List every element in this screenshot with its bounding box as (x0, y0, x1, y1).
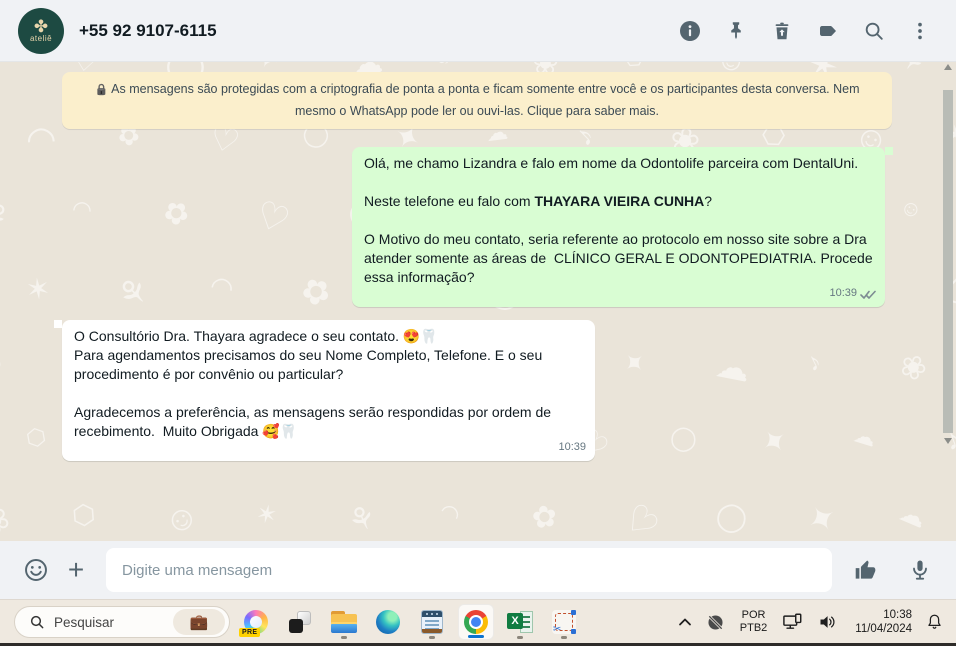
message-time: 10:39 (829, 287, 857, 299)
contact-avatar[interactable]: ✤ ateliê (18, 7, 64, 54)
search-label: Pesquisar (54, 614, 115, 630)
message-paragraph: Para agendamentos precisamos do seu Nome… (74, 347, 547, 382)
lock-icon: 🔒 (94, 84, 109, 96)
chat-scrollbar[interactable] (942, 62, 954, 541)
atelie-logo-icon: ✤ (33, 16, 49, 36)
taskbar-app-snipping-tool[interactable]: ✂ (546, 604, 582, 640)
encryption-notice-text: As mensagens são protegidas com a cripto… (111, 82, 860, 118)
snipping-tool-icon: ✂ (552, 610, 576, 635)
attach-plus-icon[interactable]: + (56, 550, 96, 590)
copilot-icon: PRE (239, 609, 269, 637)
running-indicator (517, 636, 523, 639)
notepad-icon (421, 610, 443, 634)
chat-area: ✿♡◯✦☁♪❀⬡☺✶⚘◠✿♡◯✦☁♪❀⬡☺✶⚘◠✿♡◯✦☁♪❀⬡☺✶⚘◠✿♡◯✦… (0, 62, 956, 541)
contact-full-name: THAYARA VIEIRA CUNHA (534, 193, 705, 209)
pin-icon[interactable] (718, 13, 754, 49)
running-indicator (561, 636, 567, 639)
message-input[interactable] (106, 548, 832, 592)
taskbar-app-chrome[interactable] (458, 604, 494, 640)
search-highlight-icon[interactable]: 💼 (173, 609, 225, 635)
thumbs-up-icon[interactable] (846, 550, 886, 590)
incoming-message-bubble[interactable]: O Consultório Dra. Thayara agradece o se… (54, 320, 595, 461)
no-internet-icon[interactable] (699, 604, 732, 640)
message-meta: 10:39 (829, 284, 876, 303)
delete-icon[interactable] (764, 13, 800, 49)
double-check-icon (860, 290, 876, 299)
message-paragraph: Neste telefone eu falo com THAYARA VIEIR… (364, 193, 713, 209)
message-paragraph: O Consultório Dra. Thayara agradece o se… (74, 328, 438, 344)
cast-icon[interactable] (775, 604, 811, 640)
taskbar-clock[interactable]: 10:38 11/04/2024 (845, 604, 918, 640)
taskbar-app-copilot[interactable]: PRE (238, 604, 274, 640)
message-paragraph: O Motivo do meu contato, seria referente… (364, 231, 877, 285)
taskbar-app-file-explorer[interactable] (326, 604, 362, 640)
taskbar-app-notepad[interactable] (414, 604, 450, 640)
notification-bell-icon[interactable] (918, 604, 956, 640)
running-indicator (341, 636, 347, 639)
message-composer: + (0, 541, 956, 599)
taskbar-app-task-view[interactable] (282, 604, 318, 640)
encryption-notice[interactable]: 🔒 As mensagens são protegidas com a cript… (62, 72, 892, 129)
emoji-icon[interactable] (16, 550, 56, 590)
taskbar-app-excel[interactable]: X (502, 604, 538, 640)
info-icon[interactable] (672, 13, 708, 49)
chrome-icon (464, 610, 488, 634)
label-icon[interactable] (810, 13, 846, 49)
message-time: 10:39 (558, 441, 586, 453)
message-meta: 10:39 (558, 438, 586, 457)
volume-icon[interactable] (811, 604, 845, 640)
excel-icon: X (507, 610, 533, 634)
kebab-menu-icon[interactable] (902, 13, 938, 49)
scrollbar-up-arrow[interactable] (944, 64, 952, 70)
file-explorer-icon (331, 611, 357, 633)
clock-time: 10:38 (883, 609, 912, 621)
search-icon[interactable] (856, 13, 892, 49)
copilot-pre-badge: PRE (239, 628, 261, 637)
active-indicator (468, 635, 484, 638)
windows-taskbar: Pesquisar 💼 PRE X ✂ POR PTB2 10:38 11/04… (0, 599, 956, 643)
scrollbar-thumb[interactable] (943, 90, 953, 433)
taskbar-search[interactable]: Pesquisar 💼 (14, 606, 230, 638)
edge-icon (376, 610, 400, 634)
contact-phone-title[interactable]: +55 92 9107-6115 (79, 21, 217, 41)
atelie-logo-text: ateliê (29, 33, 53, 43)
microphone-icon[interactable] (900, 550, 940, 590)
tray-chevron-up-icon[interactable] (671, 604, 699, 640)
message-paragraph: Agradecemos a preferência, as mensagens … (74, 404, 555, 439)
message-paragraph: Olá, me chamo Lizandra e falo em nome da… (364, 155, 859, 171)
chat-header: ✤ ateliê +55 92 9107-6115 (0, 0, 956, 62)
running-indicator (429, 636, 435, 639)
search-icon (30, 615, 44, 629)
outgoing-message-bubble[interactable]: Olá, me chamo Lizandra e falo em nome da… (352, 147, 893, 307)
clock-date: 11/04/2024 (855, 623, 912, 635)
task-view-icon (289, 611, 311, 633)
scrollbar-down-arrow[interactable] (944, 438, 952, 444)
language-indicator[interactable]: POR PTB2 (732, 604, 776, 640)
taskbar-app-edge[interactable] (370, 604, 406, 640)
whatsapp-desktop-window: ✤ ateliê +55 92 9107-6115 ◠ ✿ ♡ ◯ ✦ ☁ ♪ … (0, 0, 956, 646)
